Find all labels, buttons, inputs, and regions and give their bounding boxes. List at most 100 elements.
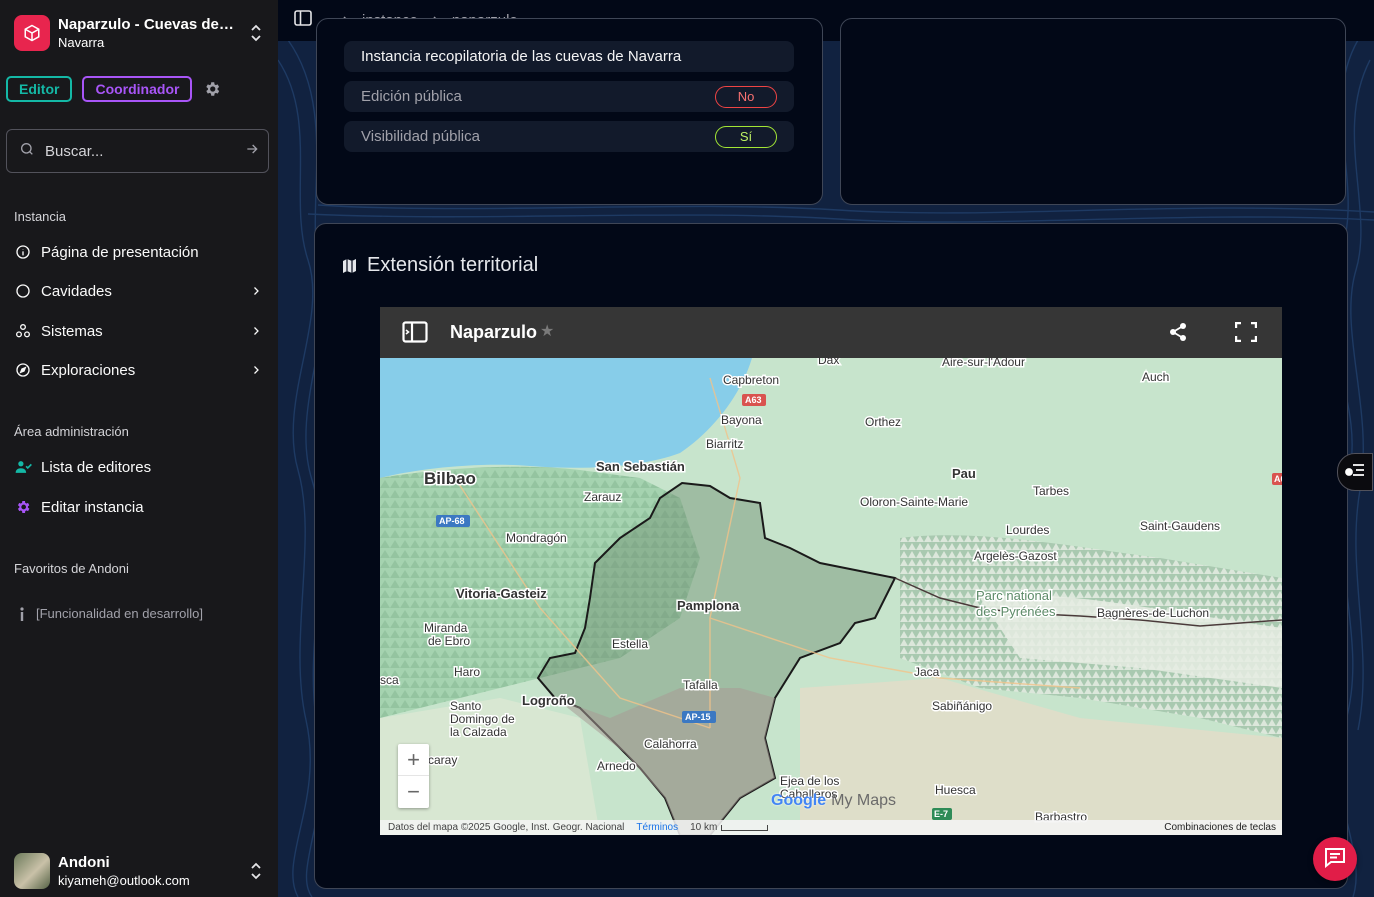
chevrons-up-down-icon bbox=[248, 861, 264, 881]
map-label-santo3: la Calzada bbox=[450, 725, 507, 739]
info-i-icon bbox=[14, 606, 30, 621]
map-road-a63: A63 bbox=[745, 395, 762, 405]
map-label-pamplona: Pamplona bbox=[677, 598, 740, 613]
keyboard-shortcuts-link[interactable]: Combinaciones de teclas bbox=[1164, 822, 1276, 833]
share-icon[interactable] bbox=[1168, 322, 1188, 347]
circle-icon bbox=[14, 282, 32, 300]
chevrons-up-down-icon bbox=[248, 23, 264, 43]
search-icon bbox=[19, 141, 35, 162]
section-label-favorites: Favoritos de Andoni bbox=[14, 561, 129, 576]
dev-note-text: [Funcionalidad en desarrollo] bbox=[36, 606, 203, 621]
public-edit-label: Edición pública bbox=[361, 88, 462, 105]
sidebar-item-explorations[interactable]: Exploraciones bbox=[14, 355, 264, 385]
map-label-miranda1: Miranda bbox=[424, 621, 468, 635]
sidebar-item-label: Lista de editores bbox=[41, 458, 152, 476]
map-label-biarritz: Biarritz bbox=[706, 437, 743, 451]
arrow-right-icon[interactable] bbox=[244, 141, 260, 162]
terms-link[interactable]: Términos bbox=[636, 822, 678, 833]
star-icon[interactable]: ★ bbox=[540, 321, 554, 341]
map-label-parc2: des Pyrénées bbox=[976, 604, 1056, 619]
map-label-capbreton: Capbreton bbox=[723, 373, 779, 387]
public-visibility-row: Visibilidad pública Sí bbox=[344, 121, 794, 152]
section-label-instance: Instancia bbox=[14, 209, 67, 224]
chat-button[interactable] bbox=[1313, 837, 1357, 881]
sidebar-item-edit-instance[interactable]: Editar instancia bbox=[14, 492, 264, 522]
fullscreen-icon[interactable] bbox=[1234, 321, 1258, 347]
editor-role-badge[interactable]: Editor bbox=[6, 76, 73, 102]
public-visibility-label: Visibilidad pública bbox=[361, 128, 480, 145]
map-label-saintgaudens: Saint-Gaudens bbox=[1140, 519, 1220, 533]
map-label-mondragon: Mondragón bbox=[506, 531, 567, 545]
sidebar: Naparzulo - Cuevas de Navarra Navarra Ed… bbox=[0, 0, 278, 897]
map-label-sansebastian: San Sebastián bbox=[596, 459, 685, 474]
map-label-ezcaray: caray bbox=[428, 753, 457, 767]
team-switcher[interactable]: Naparzulo - Cuevas de Navarra Navarra bbox=[14, 14, 264, 52]
instance-info-card: Instancia recopilatoria de las cuevas de… bbox=[316, 18, 823, 205]
avatar bbox=[14, 853, 50, 889]
toc-toggle-button[interactable] bbox=[1337, 453, 1373, 491]
map-label-sabinanigo: Sabiñánigo bbox=[932, 699, 992, 713]
map-header: Naparzulo ★ bbox=[380, 307, 1282, 358]
map-label-argeles: Argelès-Gazost bbox=[974, 549, 1057, 563]
map-label-arnedo: Arnedo bbox=[597, 759, 636, 773]
main-content: instance naparzulo Instancia recopilator… bbox=[278, 0, 1374, 897]
zoom-in-button[interactable]: + bbox=[398, 744, 429, 776]
section-label-admin: Área administración bbox=[14, 424, 129, 439]
map-canvas[interactable]: Dax Aire-sur-l'Adour Capbreton Bayona Bi… bbox=[380, 358, 1282, 835]
coordinator-role-badge[interactable]: Coordinador bbox=[82, 76, 193, 102]
user-check-icon bbox=[14, 458, 32, 476]
map-label-lourdes: Lourdes bbox=[1006, 523, 1049, 537]
gear-icon[interactable] bbox=[202, 79, 222, 99]
map-label-estella: Estella bbox=[612, 637, 648, 651]
info-icon bbox=[14, 243, 32, 261]
zoom-controls: + − bbox=[398, 744, 429, 808]
map-label-oloron: Oloron-Sainte-Marie bbox=[860, 495, 968, 509]
map-label-sca: sca bbox=[380, 673, 399, 687]
sidebar-item-label: Página de presentación bbox=[41, 243, 199, 261]
embedded-map[interactable]: Dax Aire-sur-l'Adour Capbreton Bayona Bi… bbox=[380, 307, 1282, 835]
map-attribution-bar: Datos del mapa ©2025 Google, Inst. Geogr… bbox=[380, 820, 1282, 835]
message-icon bbox=[1324, 846, 1346, 873]
sidebar-item-editors[interactable]: Lista de editores bbox=[14, 452, 264, 482]
map-label-tarbes: Tarbes bbox=[1033, 484, 1069, 498]
sidebar-item-label: Cavidades bbox=[41, 282, 112, 300]
map-label-bayona: Bayona bbox=[721, 413, 762, 427]
map-label-orthez: Orthez bbox=[865, 415, 901, 429]
map-scale-label: 10 km bbox=[690, 822, 718, 833]
sidebar-panel-icon[interactable] bbox=[402, 321, 428, 348]
sidebar-item-presentation[interactable]: Página de presentación bbox=[14, 237, 264, 267]
map-label-miranda2: de Ebro bbox=[428, 634, 470, 648]
map-label-pau: Pau bbox=[952, 466, 976, 481]
status-badge-no: No bbox=[715, 85, 777, 108]
map-label-aire: Aire-sur-l'Adour bbox=[942, 358, 1025, 369]
status-badge-yes: Sí bbox=[715, 125, 777, 148]
sidebar-toggle-icon[interactable] bbox=[294, 10, 312, 31]
zoom-out-button[interactable]: − bbox=[398, 776, 429, 808]
territory-title-text: Extensión territorial bbox=[367, 254, 539, 276]
sidebar-item-cavities[interactable]: Cavidades bbox=[14, 276, 264, 306]
team-name: Naparzulo - Cuevas de Navarra bbox=[58, 16, 234, 33]
dev-note: [Funcionalidad en desarrollo] bbox=[14, 606, 203, 621]
description-text: Instancia recopilatoria de las cuevas de… bbox=[361, 48, 682, 65]
map-label-zarauz: Zarauz bbox=[584, 490, 621, 504]
compass-icon bbox=[14, 361, 32, 379]
sidebar-item-label: Exploraciones bbox=[41, 361, 136, 379]
list-toggle-icon bbox=[1345, 463, 1365, 482]
user-menu[interactable]: Andoni kiyameh@outlook.com bbox=[14, 852, 264, 890]
search-input[interactable] bbox=[45, 142, 244, 160]
map-title: Naparzulo bbox=[450, 322, 538, 342]
instance-description: Instancia recopilatoria de las cuevas de… bbox=[344, 41, 794, 72]
map-label-huesca: Huesca bbox=[935, 783, 976, 797]
map-attribution: Datos del mapa ©2025 Google, Inst. Geogr… bbox=[388, 822, 625, 833]
sidebar-item-label: Editar instancia bbox=[41, 498, 144, 516]
public-edit-row: Edición pública No bbox=[344, 81, 794, 112]
sidebar-item-systems[interactable]: Sistemas bbox=[14, 316, 264, 346]
map-label-bilbao: Bilbao bbox=[424, 469, 476, 488]
sidebar-item-label: Sistemas bbox=[41, 322, 103, 340]
map-label-parc1: Parc national bbox=[976, 588, 1052, 603]
map-label-auch: Auch bbox=[1142, 370, 1169, 384]
user-name: Andoni bbox=[58, 854, 110, 871]
gear-icon bbox=[14, 498, 32, 516]
map-road-e7: E-7 bbox=[934, 809, 948, 819]
user-email: kiyameh@outlook.com bbox=[58, 873, 190, 888]
